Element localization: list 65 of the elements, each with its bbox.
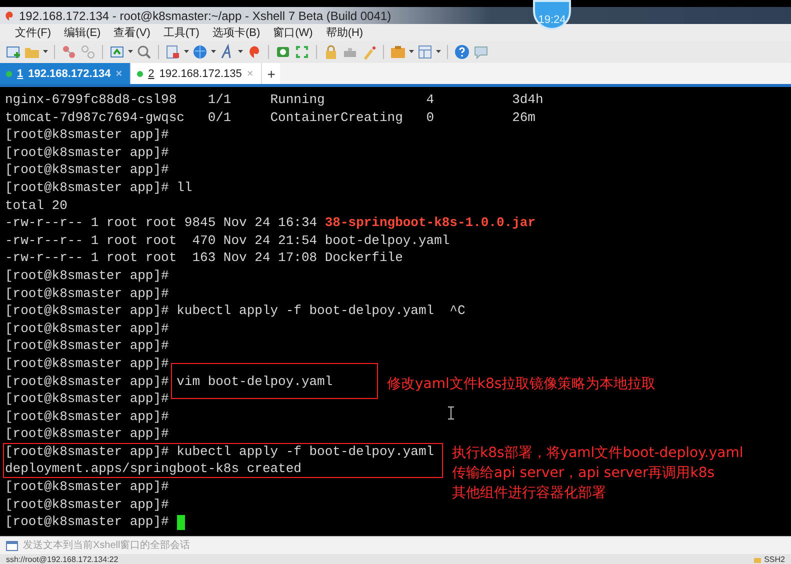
- terminal-line: [root@k8smaster app]#: [5, 161, 169, 179]
- terminal-line: [root@k8smaster app]#: [5, 425, 169, 443]
- terminal-line: -rw-r--r-- 1 root root 470 Nov 24 21:54 boot-delpoy.yaml: [5, 232, 450, 250]
- terminal-line: tomcat-7d987c7694-gwqsc 0/1 ContainerCreating 0 26m: [5, 108, 536, 126]
- annotation-text: 执行k8s部署，将yaml文件boot-deploy.yaml 传输给api server，api server再调用k8s 其他组件进行容器化部署: [452, 444, 744, 503]
- menu-item[interactable]: 文件(F): [15, 25, 52, 40]
- annotation-text: 修改yaml文件k8s拉取镜像策略为本地拉取: [387, 375, 656, 394]
- terminal-line: -rw-r--r-- 1 root root 163 Nov 24 17:08 Dockerfile: [5, 249, 403, 267]
- terminal-line: nginx-6799fc88d8-csl98 1/1 Running 4 3d4h: [5, 91, 544, 109]
- menu-item[interactable]: 帮助(H): [326, 25, 364, 40]
- terminal-line: total 20: [5, 196, 68, 214]
- caret-icon[interactable]: [238, 50, 243, 54]
- menu-item[interactable]: 窗口(W): [273, 25, 313, 40]
- new-tab-button[interactable]: +: [262, 63, 280, 84]
- caret-icon[interactable]: [43, 50, 48, 54]
- copy-icon[interactable]: [165, 44, 181, 60]
- menu-item[interactable]: 查看(V): [114, 25, 150, 40]
- terminal-line: [root@k8smaster app]#: [5, 284, 169, 302]
- terminal-line: [root@k8smaster app]#: [5, 337, 169, 355]
- clock-badge: 19:24: [533, 0, 571, 30]
- terminal-line: [root@k8smaster app]#: [5, 390, 169, 408]
- terminal-line: [root@k8smaster app]#: [5, 126, 169, 144]
- menu-item[interactable]: 选项卡(B): [212, 25, 260, 40]
- chat-icon[interactable]: [473, 44, 489, 60]
- help-icon[interactable]: [454, 44, 470, 60]
- terminal-line: [root@k8smaster app]#: [5, 496, 169, 514]
- menu-item[interactable]: 工具(T): [163, 25, 200, 40]
- pen-icon[interactable]: [361, 44, 377, 60]
- app-logo-icon: [3, 10, 15, 22]
- text-cursor-icon: [447, 406, 455, 420]
- terminal-line: [root@k8smaster app]#: [5, 354, 169, 372]
- terminal-line: [root@k8smaster app]#: [5, 320, 169, 338]
- terminal-line: [root@k8smaster app]#: [5, 408, 169, 426]
- session-tab[interactable]: 1 192.168.172.134 ×: [0, 63, 132, 84]
- terminal-line: [root@k8smaster app]# ll: [5, 178, 192, 197]
- terminal-line: [root@k8smaster app]# kubectl apply -f boot-delpoy.yaml ^C: [5, 302, 466, 320]
- caret-icon[interactable]: [184, 50, 189, 54]
- search-icon[interactable]: [136, 44, 152, 60]
- terminal-line: [root@k8smaster app]#: [5, 144, 169, 162]
- globe-icon[interactable]: [192, 44, 208, 60]
- link-icon[interactable]: [61, 44, 77, 60]
- terminal-line: [root@k8smaster app]#: [5, 513, 185, 531]
- session-tab[interactable]: 2 192.168.172.135 ×: [131, 63, 262, 84]
- unlink-icon[interactable]: [80, 44, 96, 60]
- caret-icon[interactable]: [409, 50, 414, 54]
- protocol-label: SSH2: [764, 554, 785, 564]
- terminal-line: [root@k8smaster app]# vim boot-delpoy.yaml: [5, 372, 333, 390]
- new-session-icon[interactable]: [5, 44, 21, 60]
- window-icon[interactable]: [109, 44, 125, 60]
- window-icon: [6, 540, 18, 550]
- expand-icon[interactable]: [294, 44, 310, 60]
- terminal-line: deployment.apps/springboot-k8s created: [5, 460, 302, 478]
- lock-icon: [754, 555, 762, 563]
- terminal-line: [root@k8smaster app]# kubectl apply -f boot-delpoy.yaml: [5, 442, 434, 460]
- terminal-line: -rw-r--r-- 1 root root 9845 Nov 24 16:34 38-springboot-k8s-1.0.0.jar: [5, 214, 536, 232]
- terminal-line: [root@k8smaster app]#: [5, 478, 169, 496]
- camera-icon[interactable]: [275, 44, 291, 60]
- terminal-line: [root@k8smaster app]#: [5, 266, 169, 285]
- lock-icon[interactable]: [323, 44, 339, 60]
- caret-icon[interactable]: [211, 50, 216, 54]
- caret-icon[interactable]: [436, 50, 441, 54]
- menu-item[interactable]: 编辑(E): [64, 25, 101, 40]
- caret-icon[interactable]: [128, 50, 133, 54]
- connection-status: ssh://root@192.168.172.134:22: [6, 554, 118, 564]
- window-title: 192.168.172.134 - root@k8smaster:~/app - Xshell 7 Beta (Build 0041): [19, 8, 392, 22]
